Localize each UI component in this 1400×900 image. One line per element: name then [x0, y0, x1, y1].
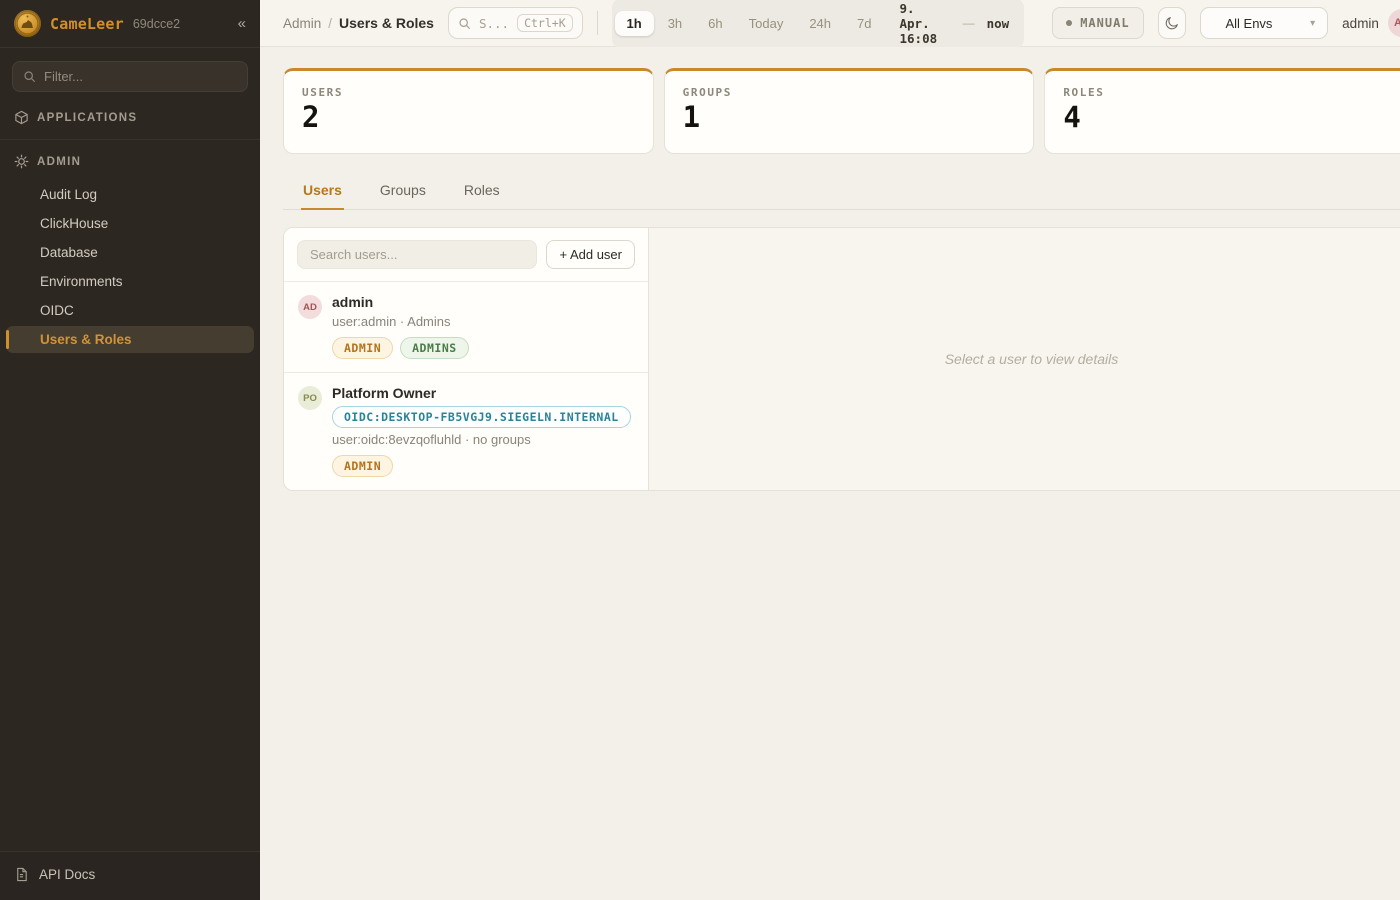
user-row-admin[interactable]: AD admin user:admin · Admins ADMIN ADMIN… — [284, 281, 648, 372]
time-range-today[interactable]: Today — [737, 11, 796, 36]
user-list-toolbar: Search users... + Add user — [284, 228, 648, 281]
section-label: APPLICATIONS — [37, 112, 137, 124]
user-row-platform-owner[interactable]: PO Platform Owner OIDC:DESKTOP-FB5VGJ9.S… — [284, 372, 648, 490]
avatar: PO — [298, 386, 322, 410]
package-icon — [14, 110, 29, 125]
sidebar: CameLeer 69dcce2 « Filter... APPLICATION… — [0, 0, 260, 900]
breadcrumb-current: Users & Roles — [339, 15, 434, 31]
user-name: Platform Owner — [332, 385, 436, 401]
time-range-3h[interactable]: 3h — [656, 11, 694, 36]
sidebar-item-oidc[interactable]: OIDC — [6, 297, 254, 324]
stat-card-users: USERS 2 — [283, 68, 654, 154]
user-meta: user:oidc:8evzqofluhld · no groups — [332, 432, 634, 447]
sidebar-collapse-icon[interactable]: « — [238, 15, 246, 32]
stats-row: USERS 2 GROUPS 1 ROLES 4 — [283, 68, 1400, 154]
stat-value: 1 — [683, 102, 1016, 134]
time-range-6h[interactable]: 6h — [696, 11, 734, 36]
username-label: admin — [1342, 16, 1379, 31]
time-range-end[interactable]: now — [977, 16, 1022, 31]
tab-users[interactable]: Users — [301, 175, 344, 210]
user-name: admin — [332, 294, 373, 310]
stat-card-groups: GROUPS 1 — [664, 68, 1035, 154]
user-menu: admin AD — [1342, 9, 1400, 37]
stat-label: GROUPS — [683, 86, 1016, 99]
stat-label: USERS — [302, 86, 635, 99]
theme-toggle-button[interactable] — [1158, 7, 1187, 39]
sidebar-section-admin[interactable]: ADMIN — [0, 140, 260, 179]
topbar: Admin / Users & Roles S... Ctrl+K 1h 3h … — [260, 0, 1400, 47]
environment-select[interactable]: All Envs ▾ — [1200, 7, 1328, 39]
moon-icon — [1164, 15, 1180, 31]
time-range-dash: — — [963, 16, 975, 30]
search-users-placeholder: Search users... — [310, 247, 397, 262]
user-detail-pane: Select a user to view details — [649, 228, 1400, 490]
stat-value: 2 — [302, 102, 635, 134]
tab-roles[interactable]: Roles — [462, 175, 502, 210]
role-badge-admin: ADMIN — [332, 455, 393, 477]
breadcrumb-separator: / — [328, 16, 332, 31]
time-range-selector: 1h 3h 6h Today 24h 7d 9. Apr. 16:08 — no… — [612, 0, 1025, 49]
search-icon — [458, 17, 471, 30]
status-dot — [1066, 20, 1072, 26]
group-badge-admins: ADMINS — [400, 337, 469, 359]
avatar: AD — [298, 295, 322, 319]
empty-state-text: Select a user to view details — [945, 351, 1119, 367]
sidebar-item-audit-log[interactable]: Audit Log — [6, 181, 254, 208]
sidebar-item-clickhouse[interactable]: ClickHouse — [6, 210, 254, 237]
keyboard-shortcut-badge: Ctrl+K — [517, 14, 573, 32]
user-list-pane: Search users... + Add user AD admin user… — [284, 228, 649, 490]
page-content: USERS 2 GROUPS 1 ROLES 4 Users Groups Ro… — [260, 47, 1400, 900]
time-range-1h[interactable]: 1h — [615, 11, 654, 36]
gear-icon — [14, 154, 29, 169]
sidebar-item-users-roles[interactable]: Users & Roles — [6, 326, 254, 353]
app-logo — [14, 10, 41, 37]
user-meta: user:admin · Admins — [332, 314, 634, 329]
add-user-button[interactable]: + Add user — [546, 240, 635, 269]
section-label: ADMIN — [37, 156, 81, 168]
global-search-button[interactable]: S... Ctrl+K — [448, 7, 583, 39]
refresh-mode-button[interactable]: MANUAL — [1052, 7, 1143, 39]
stat-card-roles: ROLES 4 — [1044, 68, 1400, 154]
active-accent-bar — [6, 330, 9, 349]
sidebar-item-database[interactable]: Database — [6, 239, 254, 266]
global-search-placeholder: S... — [479, 16, 509, 31]
breadcrumb-admin[interactable]: Admin — [283, 16, 321, 31]
app-title: CameLeer — [50, 15, 124, 33]
sidebar-filter-input[interactable]: Filter... — [12, 61, 248, 92]
topbar-divider — [597, 11, 598, 35]
sidebar-filter-placeholder: Filter... — [44, 69, 83, 84]
sidebar-item-label: Users & Roles — [40, 332, 132, 347]
document-icon — [14, 867, 29, 882]
breadcrumb: Admin / Users & Roles — [283, 15, 434, 31]
environment-selected-value: All Envs — [1225, 16, 1272, 31]
role-badge-admin: ADMIN — [332, 337, 393, 359]
badge-row: ADMIN — [332, 455, 634, 477]
app-version: 69dcce2 — [133, 17, 180, 31]
api-docs-link[interactable]: API Docs — [0, 851, 260, 900]
chevron-down-icon: ▾ — [1310, 18, 1315, 29]
tab-groups[interactable]: Groups — [378, 175, 428, 210]
time-range-start[interactable]: 9. Apr. 16:08 — [886, 1, 961, 46]
api-docs-label: API Docs — [39, 867, 95, 882]
time-range-7d[interactable]: 7d — [845, 11, 883, 36]
users-panel: Search users... + Add user AD admin user… — [283, 227, 1400, 491]
search-icon — [23, 70, 36, 83]
badge-row: ADMIN ADMINS — [332, 337, 634, 359]
refresh-mode-label: MANUAL — [1080, 16, 1129, 30]
sidebar-header: CameLeer 69dcce2 « — [0, 0, 260, 48]
oidc-badge: OIDC:DESKTOP-FB5VGJ9.SIEGELN.INTERNAL — [332, 406, 631, 428]
search-users-input[interactable]: Search users... — [297, 240, 537, 269]
stat-value: 4 — [1063, 102, 1396, 134]
stat-label: ROLES — [1063, 86, 1396, 99]
sidebar-item-environments[interactable]: Environments — [6, 268, 254, 295]
main-area: Admin / Users & Roles S... Ctrl+K 1h 3h … — [260, 0, 1400, 900]
tabs: Users Groups Roles — [283, 175, 1400, 210]
avatar[interactable]: AD — [1388, 9, 1400, 37]
sidebar-section-applications[interactable]: APPLICATIONS — [0, 96, 260, 135]
admin-nav: Audit Log ClickHouse Database Environmen… — [0, 179, 260, 355]
time-range-24h[interactable]: 24h — [797, 11, 843, 36]
